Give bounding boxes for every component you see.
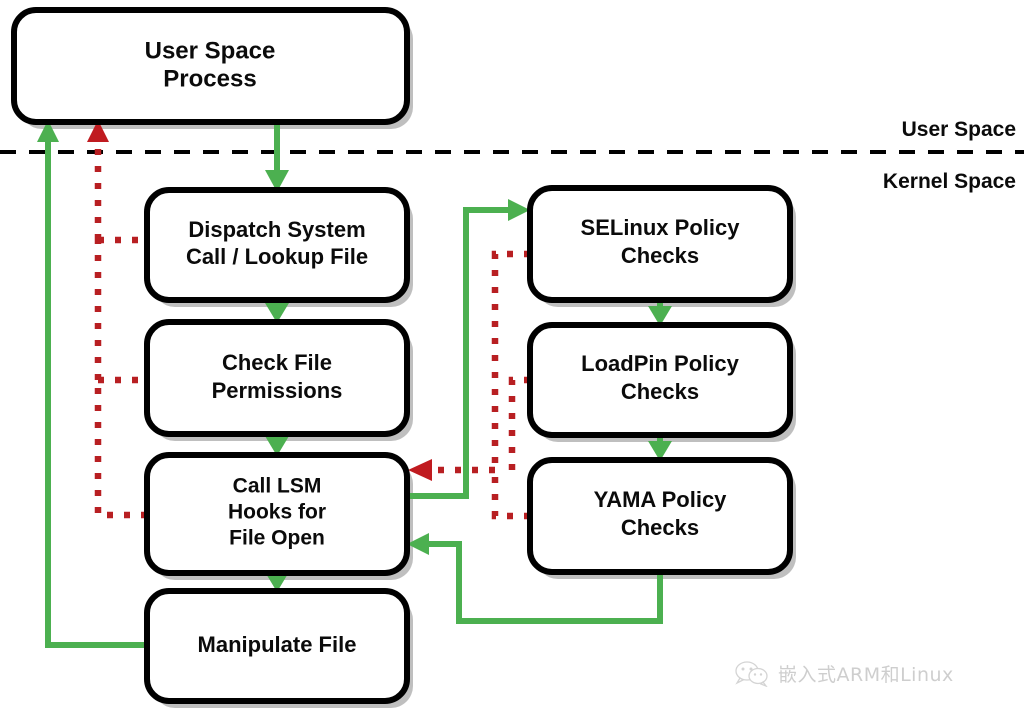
node-label-line: Hooks for xyxy=(228,501,326,524)
node-label-line: File Open xyxy=(229,527,325,550)
node-label-line: Checks xyxy=(621,515,699,540)
node-label-line: Checks xyxy=(621,379,699,404)
edge-deny-check-to-dispatch xyxy=(94,236,147,380)
node-manipulate-file[interactable]: Manipulate File xyxy=(144,588,410,704)
node-label-line: Check File xyxy=(222,350,332,375)
node-label-line: Permissions xyxy=(212,378,343,403)
node-label-line: Dispatch System xyxy=(188,217,365,242)
zone-label-user-space: User Space xyxy=(902,118,1016,141)
node-check-permissions[interactable]: Check File Permissions xyxy=(144,319,410,437)
diagram-canvas: User Space Kernel Space User Space Proce… xyxy=(0,7,1024,708)
node-label-line: SELinux Policy xyxy=(581,215,741,240)
node-loadpin-policy[interactable]: LoadPin Policy Checks xyxy=(527,322,793,438)
node-label-line: Call / Lookup File xyxy=(186,244,368,269)
node-label-line: Process xyxy=(163,65,256,92)
edge-user-to-dispatch xyxy=(265,122,289,192)
node-label-line: LoadPin Policy xyxy=(581,351,739,376)
node-label-line: Call LSM xyxy=(233,475,322,498)
arrowhead-right xyxy=(508,199,530,221)
node-dispatch-syscall[interactable]: Dispatch System Call / Lookup File xyxy=(144,187,410,303)
node-yama-policy[interactable]: YAMA Policy Checks xyxy=(527,457,793,575)
edge-deny-yama-to-lsm xyxy=(491,470,530,520)
lsm-flow-diagram: User Space Kernel Space User Space Proce… xyxy=(0,0,1024,726)
edge-manipulate-to-user xyxy=(37,120,147,648)
zone-label-kernel-space: Kernel Space xyxy=(883,170,1016,193)
edge-deny-lsm-to-check xyxy=(94,380,147,519)
edge-deny-selinux-to-lsm xyxy=(491,250,530,470)
node-user-space-process[interactable]: User Space Process xyxy=(11,7,410,125)
node-call-lsm-hooks[interactable]: Call LSM Hooks for File Open xyxy=(144,452,410,576)
node-label-line: User Space xyxy=(145,37,276,64)
node-label-line: Manipulate File xyxy=(198,632,357,657)
node-label-line: YAMA Policy xyxy=(594,487,728,512)
edge-deny-dispatch-to-user xyxy=(87,120,109,240)
node-label-line: Checks xyxy=(621,243,699,268)
node-selinux-policy[interactable]: SELinux Policy Checks xyxy=(527,185,793,303)
edge-deny-junction-to-lsm xyxy=(408,459,495,481)
